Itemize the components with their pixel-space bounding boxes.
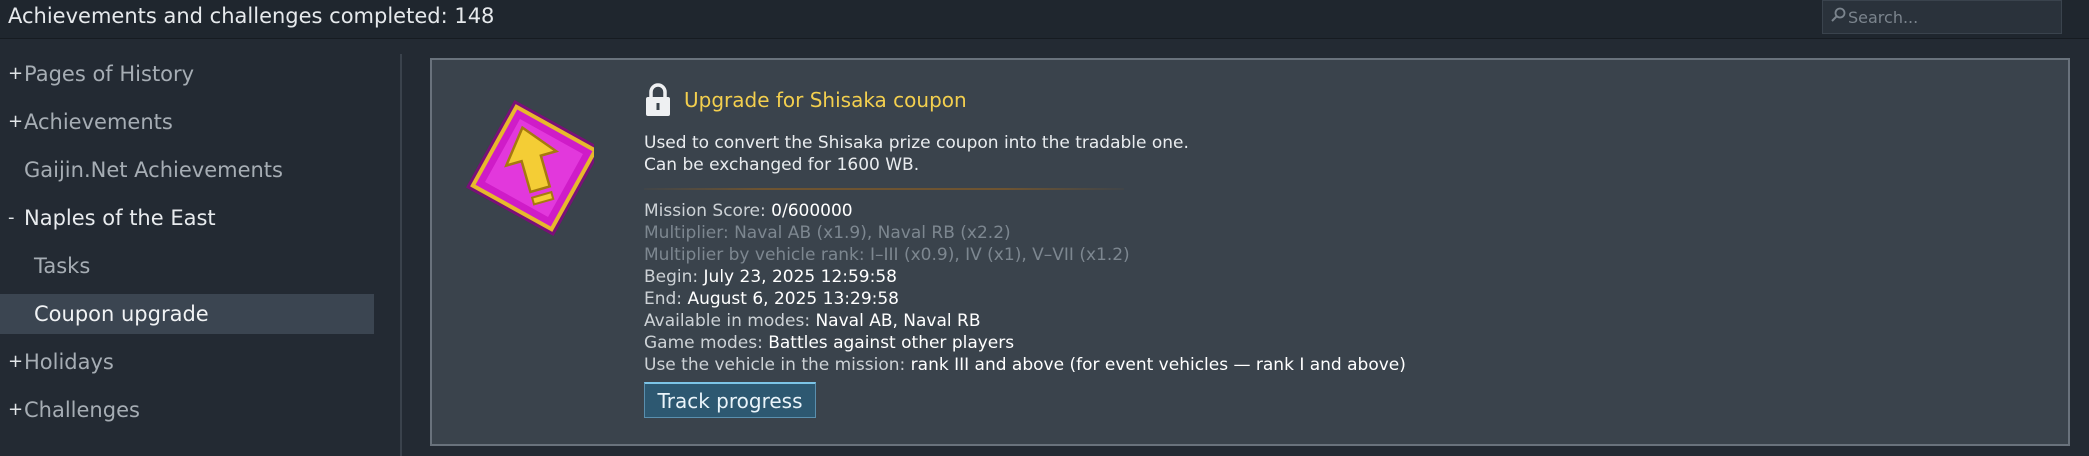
sidebar-item-label: Challenges — [24, 398, 140, 422]
vehicle-value: rank III and above (for event vehicles —… — [910, 355, 1406, 375]
modes-value: Naval AB, Naval RB — [815, 311, 981, 331]
sidebar-divider — [400, 54, 402, 456]
mission-score: Mission Score: 0/600000 — [644, 200, 853, 222]
expand-icon: + — [8, 63, 24, 84]
description-line: Can be exchanged for 1600 WB. — [644, 155, 920, 175]
vehicle-requirement: Use the vehicle in the mission: rank III… — [644, 354, 1406, 376]
upgrade-arrow-badge-icon — [466, 100, 594, 236]
search-icon — [1831, 7, 1846, 22]
sidebar-item-holidays[interactable]: + Holidays — [0, 342, 374, 382]
achievement-description: Used to convert the Shisaka prize coupon… — [644, 132, 1189, 176]
search-input[interactable] — [1848, 4, 2056, 30]
expand-icon: + — [8, 399, 24, 420]
top-bar: Achievements and challenges completed: 1… — [0, 0, 2089, 39]
expand-icon: + — [8, 111, 24, 132]
sidebar-item-label: Tasks — [34, 254, 91, 278]
vehicle-label: Use the vehicle in the mission: — [644, 355, 911, 375]
sidebar-item-label: Naples of the East — [24, 206, 216, 230]
search-box[interactable] — [1822, 0, 2062, 34]
sidebar-item-coupon-upgrade[interactable]: Coupon upgrade — [0, 294, 374, 334]
collapse-icon: - — [8, 207, 15, 228]
game-modes-label: Game modes: — [644, 333, 769, 353]
description-line: Used to convert the Shisaka prize coupon… — [644, 133, 1189, 153]
sidebar-item-label: Achievements — [24, 110, 173, 134]
begin-value: July 23, 2025 12:59:58 — [703, 267, 897, 287]
available-modes: Available in modes: Naval AB, Naval RB — [644, 310, 981, 332]
sidebar-item-challenges[interactable]: + Challenges — [0, 390, 374, 430]
sidebar: + Pages of History + Achievements Gaijin… — [0, 38, 400, 456]
achievement-detail-panel: Upgrade for Shisaka coupon Used to conve… — [430, 58, 2070, 446]
end-date: End: August 6, 2025 13:29:58 — [644, 288, 899, 310]
sidebar-item-naples-of-the-east[interactable]: - Naples of the East — [0, 198, 374, 238]
mission-score-value: 0/600000 — [771, 201, 853, 221]
multiplier-text: Multiplier: Naval AB (x1.9), Naval RB (x… — [644, 223, 1011, 243]
expand-icon: + — [8, 351, 24, 372]
modes-label: Available in modes: — [644, 311, 816, 331]
sidebar-item-label: Gaijin.Net Achievements — [24, 158, 283, 182]
page-title: Achievements and challenges completed: 1… — [8, 4, 495, 28]
separator — [644, 188, 1124, 190]
end-value: August 6, 2025 13:29:58 — [687, 289, 899, 309]
sidebar-item-label: Holidays — [24, 350, 114, 374]
sidebar-item-achievements[interactable]: + Achievements — [0, 102, 374, 142]
sidebar-item-gaijin-net-achievements[interactable]: Gaijin.Net Achievements — [0, 150, 374, 190]
lock-icon — [646, 83, 670, 116]
achievement-title: Upgrade for Shisaka coupon — [684, 88, 967, 112]
begin-label: Begin: — [644, 267, 704, 287]
sidebar-item-pages-of-history[interactable]: + Pages of History — [0, 54, 374, 94]
sidebar-item-tasks[interactable]: Tasks — [0, 246, 374, 286]
game-modes-value: Battles against other players — [768, 333, 1015, 353]
track-progress-button[interactable]: Track progress — [644, 382, 816, 418]
sidebar-item-label: Coupon upgrade — [34, 302, 209, 326]
multiplier-rank-text: Multiplier by vehicle rank: I–III (x0.9)… — [644, 245, 1130, 265]
mission-score-label: Mission Score: — [644, 201, 772, 221]
sidebar-item-label: Pages of History — [24, 62, 195, 86]
end-label: End: — [644, 289, 688, 309]
game-modes: Game modes: Battles against other player… — [644, 332, 1014, 354]
begin-date: Begin: July 23, 2025 12:59:58 — [644, 266, 897, 288]
